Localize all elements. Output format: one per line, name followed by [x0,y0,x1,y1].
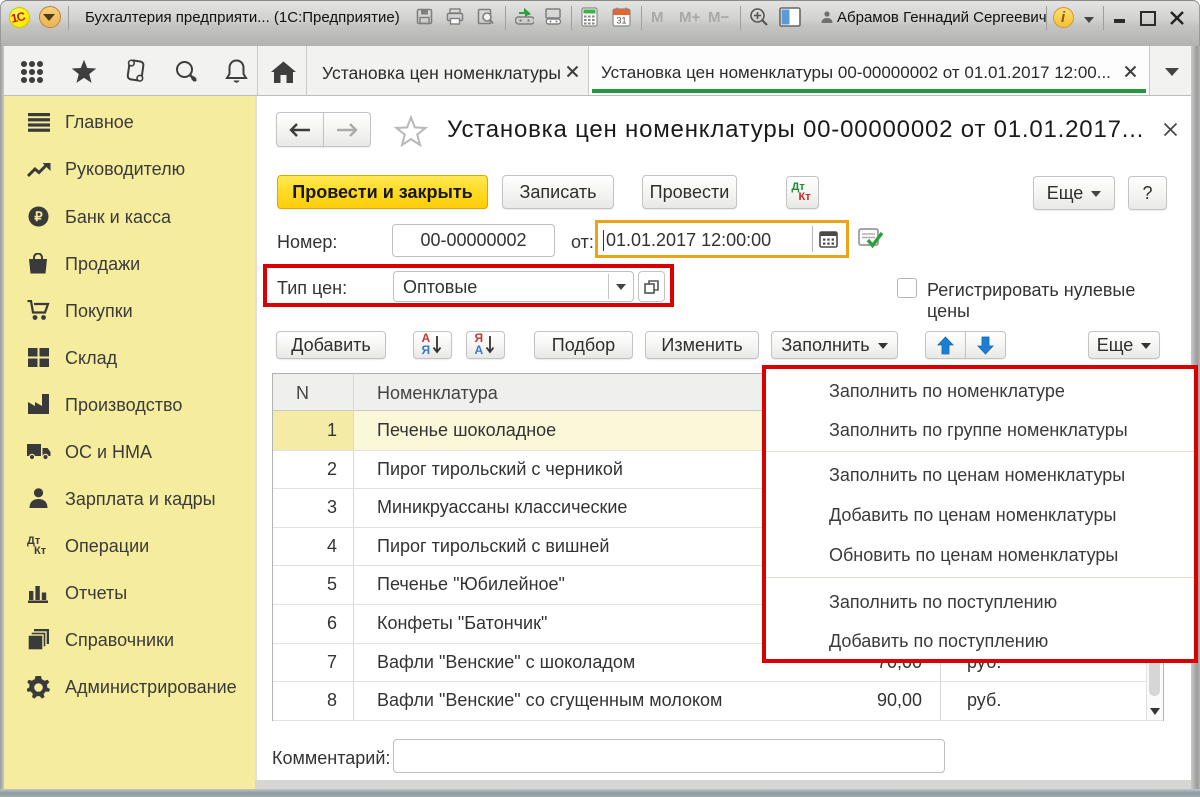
svg-text:₽: ₽ [34,209,43,224]
svg-text:31: 31 [616,16,626,26]
